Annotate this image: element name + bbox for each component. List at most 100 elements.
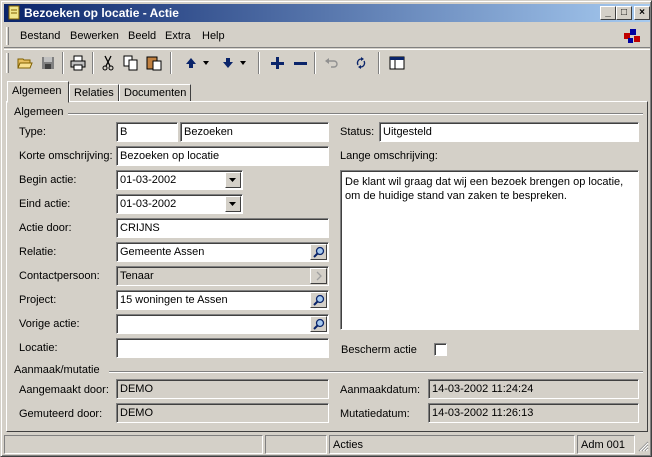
contactpersoon-field[interactable]: Tenaar xyxy=(116,266,329,286)
aanmaakdatum-label: Aanmaakdatum: xyxy=(340,384,421,396)
aangemaakt-door-field: DEMO xyxy=(116,379,329,399)
vorige-actie-field[interactable] xyxy=(116,314,329,334)
eind-actie-dropdown-button[interactable] xyxy=(225,196,241,212)
window-title: Bezoeken op locatie - Actie xyxy=(24,6,179,20)
begin-actie-date-field[interactable]: 01-03-2002 xyxy=(116,170,243,190)
contactpersoon-value: Tenaar xyxy=(120,270,154,282)
aanmaakdatum-value: 14-03-2002 11:24:24 xyxy=(432,383,534,395)
tab-relaties[interactable]: Relaties xyxy=(69,84,119,102)
mutatiedatum-label: Mutatiedatum: xyxy=(340,408,410,420)
open-icon xyxy=(17,58,33,69)
undo-button[interactable] xyxy=(320,52,342,74)
menu-help[interactable]: Help xyxy=(202,30,225,42)
relatie-field[interactable]: Gemeente Assen xyxy=(116,242,329,262)
korte-omschrijving-label: Korte omschrijving: xyxy=(19,150,113,162)
begin-actie-label: Begin actie: xyxy=(19,174,77,186)
cut-button[interactable] xyxy=(97,52,119,74)
tab-label: Relaties xyxy=(74,87,114,99)
add-icon xyxy=(271,57,284,69)
close-icon: × xyxy=(639,7,645,18)
title-bar[interactable]: Bezoeken op locatie - Actie _ □ × xyxy=(4,4,650,22)
aangemaakt-door-label: Aangemaakt door: xyxy=(19,384,109,396)
remove-button[interactable] xyxy=(289,52,311,74)
minimize-icon: _ xyxy=(605,7,611,18)
mutatiedatum-value: 14-03-2002 11:26:13 xyxy=(432,407,534,419)
save-icon xyxy=(42,57,54,69)
tab-label: Documenten xyxy=(124,87,187,99)
bescherm-actie-label: Bescherm actie xyxy=(341,344,417,356)
application-window: Bezoeken op locatie - Actie _ □ × Bestan… xyxy=(0,0,652,457)
layout-icon xyxy=(389,56,405,70)
contactpersoon-lookup-button[interactable] xyxy=(310,268,327,284)
paste-icon xyxy=(146,56,162,71)
add-button[interactable] xyxy=(266,52,288,74)
begin-actie-dropdown-button[interactable] xyxy=(225,172,241,188)
menu-bewerken[interactable]: Bewerken xyxy=(70,30,119,42)
menu-bar: Bestand Bewerken Beeld Extra Help xyxy=(4,24,650,48)
vorige-actie-lookup-button[interactable] xyxy=(310,316,327,332)
tab-panel-algemeen: Algemeen Type: B Bezoeken Korte omschrij… xyxy=(6,101,648,432)
relatie-label: Relatie: xyxy=(19,246,57,258)
print-button[interactable] xyxy=(67,52,89,74)
aanmaakdatum-field: 14-03-2002 11:24:24 xyxy=(428,379,639,399)
resize-grip-icon[interactable] xyxy=(638,441,649,452)
lange-omschrijving-value: De klant wil graag dat wij een bezoek br… xyxy=(345,176,624,202)
project-field[interactable]: 15 woningen te Assen xyxy=(116,290,329,310)
project-lookup-button[interactable] xyxy=(310,292,327,308)
bescherm-actie-checkbox[interactable] xyxy=(434,343,447,356)
type-name-field[interactable]: Bezoeken xyxy=(180,122,329,142)
group-divider xyxy=(67,113,643,115)
previous-button[interactable] xyxy=(180,52,202,74)
status-field[interactable]: Uitgesteld xyxy=(379,122,639,142)
save-button[interactable] xyxy=(37,52,59,74)
layout-button[interactable] xyxy=(386,52,408,74)
maximize-button[interactable]: □ xyxy=(616,6,632,20)
paste-button[interactable] xyxy=(143,52,165,74)
toolbar xyxy=(4,49,650,75)
eind-actie-label: Eind actie: xyxy=(19,198,71,210)
refresh-button[interactable] xyxy=(350,52,372,74)
gemuteerd-door-field: DEMO xyxy=(116,403,329,423)
search-icon xyxy=(312,246,324,258)
eind-actie-date-field[interactable]: 01-03-2002 xyxy=(116,194,243,214)
korte-omschrijving-field[interactable]: Bezoeken op locatie xyxy=(116,146,329,166)
maximize-icon: □ xyxy=(620,7,628,18)
next-button[interactable] xyxy=(217,52,239,74)
toolbar-separator xyxy=(170,52,172,74)
menu-bestand[interactable]: Bestand xyxy=(20,30,60,42)
minimize-button[interactable]: _ xyxy=(600,6,616,20)
tab-documenten[interactable]: Documenten xyxy=(119,84,191,102)
locatie-field[interactable] xyxy=(116,338,329,358)
search-icon xyxy=(312,294,324,306)
toolbar-separator xyxy=(258,52,260,74)
close-button[interactable]: × xyxy=(634,6,650,20)
project-label: Project: xyxy=(19,294,57,306)
menu-extra[interactable]: Extra xyxy=(165,30,191,42)
actie-door-label: Actie door: xyxy=(19,222,72,234)
menu-beeld[interactable]: Beeld xyxy=(128,30,156,42)
type-name-value: Bezoeken xyxy=(184,126,233,138)
status-value: Uitgesteld xyxy=(383,126,432,138)
next-dropdown[interactable] xyxy=(237,52,249,74)
open-button[interactable] xyxy=(14,52,36,74)
copy-icon xyxy=(123,55,138,71)
lange-omschrijving-memo[interactable]: De klant wil graag dat wij een bezoek br… xyxy=(340,170,639,330)
status-panel-2 xyxy=(265,435,327,454)
chevron-down-icon xyxy=(240,61,246,65)
toolbar-grip[interactable] xyxy=(6,53,9,73)
group-divider xyxy=(109,371,643,373)
type-label: Type: xyxy=(19,126,46,138)
type-code-field[interactable]: B xyxy=(116,122,178,142)
menubar-grip[interactable] xyxy=(6,27,9,45)
arrow-down-icon xyxy=(223,58,233,68)
copy-button[interactable] xyxy=(120,52,142,74)
actie-door-field[interactable]: CRIJNS xyxy=(116,218,329,238)
tab-label: Algemeen xyxy=(12,85,62,97)
relatie-lookup-button[interactable] xyxy=(310,244,327,260)
group-title-aanmaak-mutatie: Aanmaak/mutatie xyxy=(14,364,104,376)
locatie-label: Locatie: xyxy=(19,342,58,354)
chevron-right-icon xyxy=(316,271,322,281)
previous-dropdown[interactable] xyxy=(200,52,212,74)
status-panel-module: Acties xyxy=(329,435,575,454)
tab-algemeen[interactable]: Algemeen xyxy=(7,81,69,103)
